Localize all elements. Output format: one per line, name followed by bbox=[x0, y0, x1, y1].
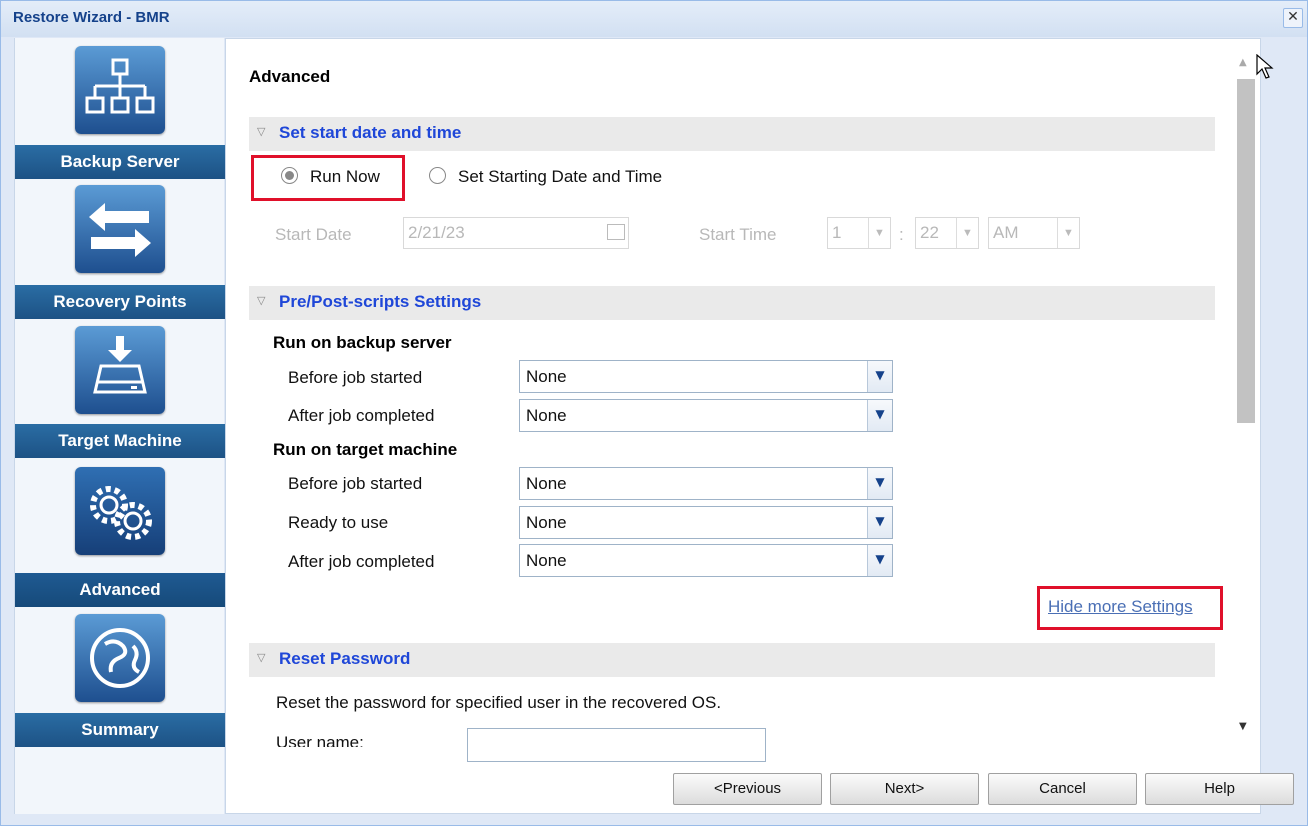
section-start-date-time[interactable]: ▽ Set start date and time bbox=[249, 117, 1215, 151]
step-label: Backup Server bbox=[15, 145, 225, 179]
highlight-hide-settings bbox=[1037, 586, 1223, 630]
step-label: Target Machine bbox=[15, 424, 225, 458]
section-title: Reset Password bbox=[279, 649, 411, 668]
page-title: Advanced bbox=[249, 67, 331, 86]
advanced-panel: Advanced ▽ Set start date and time Run N… bbox=[225, 38, 1261, 814]
user-name-input[interactable] bbox=[467, 728, 766, 762]
target-machine-heading: Run on target machine bbox=[273, 440, 458, 459]
chevron-down-icon[interactable]: ▼ bbox=[867, 361, 892, 392]
calendar-icon bbox=[607, 224, 625, 240]
chevron-down-icon: ▼ bbox=[1057, 218, 1079, 248]
gears-icon bbox=[75, 467, 165, 555]
target-after-job-select[interactable]: None ▼ bbox=[519, 544, 893, 577]
start-date-field: 2/21/23 bbox=[403, 217, 629, 249]
script-row-label: After job completed bbox=[288, 406, 435, 425]
mouse-pointer-icon bbox=[1256, 53, 1274, 84]
script-row-label: Before job started bbox=[288, 368, 423, 387]
collapse-triangle-icon: ▽ bbox=[257, 294, 266, 307]
section-title: Pre/Post-scripts Settings bbox=[279, 292, 482, 311]
next-button[interactable]: Next> bbox=[830, 773, 979, 805]
ampm-select: AM ▼ bbox=[988, 217, 1080, 249]
chevron-down-icon[interactable]: ▼ bbox=[867, 468, 892, 499]
minute-value: 22 bbox=[920, 223, 939, 242]
scroll-down-icon[interactable]: ▼ bbox=[1239, 721, 1247, 732]
step-label: Summary bbox=[15, 713, 225, 747]
radio-unchecked-icon bbox=[429, 167, 446, 184]
step-backup-server[interactable]: Backup Server bbox=[15, 38, 225, 179]
reset-password-description: Reset the password for specified user in… bbox=[276, 693, 722, 712]
select-value: None bbox=[526, 406, 567, 425]
wizard-steps-sidebar: Backup Server Recovery Points Target Mac… bbox=[14, 38, 225, 814]
backup-after-job-select[interactable]: None ▼ bbox=[519, 399, 893, 432]
script-row-label: After job completed bbox=[288, 552, 435, 571]
scroll-up-icon[interactable]: ▲ bbox=[1239, 57, 1247, 68]
chevron-down-icon[interactable]: ▼ bbox=[867, 507, 892, 538]
collapse-triangle-icon: ▽ bbox=[257, 125, 266, 138]
globe-icon bbox=[75, 614, 165, 702]
step-label: Advanced bbox=[15, 573, 225, 607]
section-title: Set start date and time bbox=[279, 123, 462, 142]
select-value: None bbox=[526, 551, 567, 570]
select-value: None bbox=[526, 513, 567, 532]
chevron-down-icon: ▼ bbox=[956, 218, 978, 248]
hour-select: 1 ▼ bbox=[827, 217, 891, 249]
drive-download-icon bbox=[75, 326, 165, 414]
target-ready-to-use-select[interactable]: None ▼ bbox=[519, 506, 893, 539]
script-row-label: Before job started bbox=[288, 474, 423, 493]
window-title: Restore Wizard - BMR bbox=[13, 9, 170, 26]
highlight-run-now bbox=[251, 155, 405, 201]
step-label: Recovery Points bbox=[15, 285, 225, 319]
collapse-triangle-icon: ▽ bbox=[257, 651, 266, 664]
chevron-down-icon[interactable]: ▼ bbox=[867, 400, 892, 431]
step-recovery-points[interactable]: Recovery Points bbox=[15, 179, 225, 319]
set-start-radio[interactable]: Set Starting Date and Time bbox=[429, 167, 662, 197]
swap-arrows-icon bbox=[75, 185, 165, 273]
time-separator: : bbox=[899, 225, 904, 244]
start-date-value: 2/21/23 bbox=[408, 223, 465, 242]
previous-button[interactable]: <Previous bbox=[673, 773, 822, 805]
cancel-button[interactable]: Cancel bbox=[988, 773, 1137, 805]
backup-before-job-select[interactable]: None ▼ bbox=[519, 360, 893, 393]
ampm-value: AM bbox=[993, 223, 1019, 242]
title-bar: Restore Wizard - BMR ✕ bbox=[1, 1, 1307, 37]
step-target-machine[interactable]: Target Machine bbox=[15, 320, 225, 460]
target-before-job-select[interactable]: None ▼ bbox=[519, 467, 893, 500]
chevron-down-icon: ▼ bbox=[868, 218, 890, 248]
user-name-label: User name: bbox=[276, 733, 364, 747]
backup-server-heading: Run on backup server bbox=[273, 333, 452, 352]
step-summary[interactable]: Summary bbox=[15, 610, 225, 750]
help-button[interactable]: Help bbox=[1145, 773, 1294, 805]
script-row-label: Ready to use bbox=[288, 513, 389, 532]
restore-wizard-window: Restore Wizard - BMR ✕ Backup Server Rec… bbox=[0, 0, 1308, 826]
hour-value: 1 bbox=[832, 223, 842, 242]
select-value: None bbox=[526, 367, 567, 386]
chevron-down-icon[interactable]: ▼ bbox=[867, 545, 892, 576]
network-icon bbox=[75, 46, 165, 134]
select-value: None bbox=[526, 474, 567, 493]
scroll-thumb[interactable] bbox=[1237, 79, 1255, 423]
vertical-scrollbar[interactable]: ▲ ▼ bbox=[1233, 53, 1259, 743]
set-start-label: Set Starting Date and Time bbox=[458, 167, 663, 186]
section-reset-password[interactable]: ▽ Reset Password bbox=[249, 643, 1215, 677]
start-time-label: Start Time bbox=[699, 225, 777, 244]
minute-select: 22 ▼ bbox=[915, 217, 979, 249]
step-advanced[interactable]: Advanced bbox=[15, 461, 225, 607]
close-button[interactable]: ✕ bbox=[1283, 8, 1303, 28]
section-pre-post-scripts[interactable]: ▽ Pre/Post-scripts Settings bbox=[249, 286, 1215, 320]
start-date-label: Start Date bbox=[275, 225, 352, 244]
